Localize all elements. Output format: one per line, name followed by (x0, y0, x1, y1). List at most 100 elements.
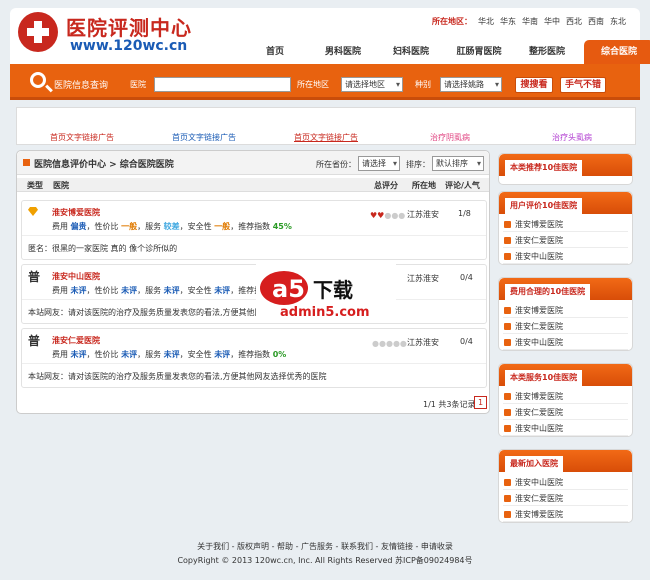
hospital-card: 普 淮安仁爱医院 费用 未评，性价比 未评，服务 未评，安全性 未评，推荐指数 … (21, 328, 487, 388)
sidebar-item[interactable]: 淮安仁爱医院 (503, 492, 628, 506)
safety-value: 未评 (214, 286, 231, 295)
hospital-list-panel: 医院信息评价中心 > 综合医院医院 所在省份： 请选择 排序： 默认排序 类型 … (16, 150, 490, 414)
safety-label: 安全性 (187, 222, 212, 231)
comment-count[interactable]: 0/4 (460, 273, 473, 282)
sidebar-item[interactable]: 淮安仁爱医院 (503, 320, 628, 334)
hospital-name[interactable]: 淮安仁爱医院 (52, 335, 100, 346)
fee-value: 偏贵 (70, 222, 87, 231)
region-link[interactable]: 华中 (544, 16, 560, 27)
sidebar-title: 本类推荐10佳医院 (505, 160, 583, 176)
nav-anorectal[interactable]: 肛肠胃医院 (448, 40, 510, 64)
sidebar-item[interactable]: 淮安中山医院 (503, 422, 628, 436)
logo-title[interactable]: 医院评测中心 (66, 12, 192, 41)
nav-home[interactable]: 首页 (244, 40, 306, 64)
price-label: 性价比 (94, 286, 119, 295)
sidebar-item[interactable]: 淮安博爱医院 (503, 390, 628, 404)
fee-label: 费用 (52, 286, 68, 295)
sidebar-box: 本类推荐10佳医院 (498, 153, 633, 185)
type-badge: 普 (28, 270, 41, 284)
hospital-name[interactable]: 淮安中山医院 (52, 271, 100, 282)
grid-icon (23, 159, 30, 166)
lucky-button[interactable]: 手气不错 (560, 77, 606, 93)
type-label: 种别 (415, 80, 431, 89)
comment-label: 本站网友： (28, 372, 68, 381)
type-badge: 普 (28, 334, 41, 348)
sidebar-item[interactable]: 淮安中山医院 (503, 250, 628, 264)
search-title: 医院信息查询 (54, 81, 109, 91)
ad-links-bar: 首页文字链接广告 首页文字链接广告 首页文字链接广告 治疗阴虱病 治疗头虱病 (16, 107, 636, 145)
hospital-cross-icon (18, 12, 58, 52)
service-value: 未评 (163, 286, 180, 295)
sidebar-title: 本类服务10佳医院 (505, 370, 583, 386)
hospital-name[interactable]: 淮安博爱医院 (52, 207, 100, 218)
sidebar-box: 本类服务10佳医院 淮安博爱医院 淮安仁爱医院 淮安中山医院 (498, 363, 633, 437)
footer-links[interactable]: 关于我们 - 版权声明 - 帮助 - 广告服务 - 联系我们 - 友情链接 - … (0, 541, 650, 552)
main-nav: 首页 男科医院 妇科医院 肛肠胃医院 整形医院 综合医院 (244, 40, 650, 64)
search-button[interactable]: 搜搜看 (515, 77, 553, 93)
comment-text: 很黑的一家医院 真的 像个诊所似的 (52, 244, 178, 253)
type-select[interactable]: 请选择姚路 (440, 77, 502, 92)
ad-link[interactable]: 治疗头虱病 (552, 132, 592, 143)
region-link[interactable]: 华南 (522, 16, 538, 27)
sidebar-box: 最新加入医院 淮安中山医院 淮安仁爱医院 淮安博爱医院 (498, 449, 633, 523)
area-select[interactable]: 请选择地区 (341, 77, 403, 92)
nav-general[interactable]: 综合医院 (584, 40, 650, 64)
sidebar-title: 费用合理的10佳医院 (505, 284, 591, 300)
nav-gynecology[interactable]: 妇科医院 (380, 40, 442, 64)
region-link[interactable]: 华东 (500, 16, 516, 27)
price-value: 未评 (121, 286, 138, 295)
logo-url: www.120wc.cn (70, 38, 188, 54)
service-label: 服务 (145, 350, 162, 359)
region-link[interactable]: 东北 (610, 16, 626, 27)
search-bar: 医院信息查询 医院 所在地区 请选择地区 种别 请选择姚路 搜搜看 手气不错 (10, 64, 640, 100)
region-link[interactable]: 西北 (566, 16, 582, 27)
rating-line: 费用 未评，性价比 未评，服务 未评，安全性 未评，推荐指数 0% (52, 350, 287, 359)
sidebar-title: 用户评价10佳医院 (505, 198, 583, 214)
region-label: 所在地区： (432, 17, 472, 26)
sidebar-item[interactable]: 淮安中山医院 (503, 336, 628, 350)
sidebar-item[interactable]: 淮安博爱医院 (503, 218, 628, 232)
heart-rating-icon: ●●●●● (372, 339, 407, 348)
sidebar-item[interactable]: 淮安博爱医院 (503, 304, 628, 318)
sort-select[interactable]: 默认排序 (432, 156, 484, 171)
comment-text: 请对该医院的治疗及服务质量发表您的看法,方便其他网友选择优秀的医院 (68, 372, 327, 381)
rating-line: 费用 未评，性价比 未评，服务 未评，安全性 未评，推荐指数 0% (52, 285, 286, 296)
ad-link[interactable]: 首页文字链接广告 (50, 132, 114, 143)
sidebar-item[interactable]: 淮安中山医院 (503, 476, 628, 490)
comment-count[interactable]: 1/8 (458, 209, 471, 218)
pager-info: 1/1 共3条记录 (423, 400, 476, 409)
price-label: 性价比 (94, 222, 119, 231)
safety-value: 未评 (214, 350, 231, 359)
sidebar-item[interactable]: 淮安仁爱医院 (503, 234, 628, 248)
region-link[interactable]: 西南 (588, 16, 604, 27)
index-label: 推荐指数 (238, 222, 271, 231)
region-links: 所在地区： 华北 华东 华南 华中 西北 西南 东北 (432, 16, 626, 27)
svg-text:admin5.com: admin5.com (280, 305, 370, 320)
rating-line: 费用 偏贵，性价比 一般，服务 较差，安全性 一般，推荐指数 45% (52, 222, 292, 231)
location: 江苏淮安 (407, 274, 439, 283)
hospital-search-input[interactable] (154, 77, 291, 92)
region-link[interactable]: 华北 (478, 16, 494, 27)
province-select[interactable]: 请选择 (358, 156, 400, 171)
province-label: 所在省份： (316, 160, 356, 169)
comment-count[interactable]: 0/4 (460, 337, 473, 346)
safety-label: 安全性 (187, 286, 212, 295)
sidebar-item[interactable]: 淮安仁爱医院 (503, 406, 628, 420)
heart-rating-icon: ♥♥●●● (370, 211, 406, 220)
safety-label: 安全性 (187, 350, 212, 359)
fee-label: 费用 (52, 350, 68, 359)
column-headers: 类型 医院 总评分 所在地 评论/人气 (17, 178, 489, 192)
nav-andrology[interactable]: 男科医院 (312, 40, 374, 64)
svg-text:下载: 下载 (313, 278, 353, 302)
ad-link[interactable]: 首页文字链接广告 (172, 132, 236, 143)
nav-plastic[interactable]: 整形医院 (516, 40, 578, 64)
sidebar-item[interactable]: 淮安博爱医院 (503, 508, 628, 522)
index-value: 0% (272, 350, 287, 359)
safety-value: 一般 (214, 222, 231, 231)
price-value: 未评 (121, 350, 138, 359)
ad-link[interactable]: 治疗阴虱病 (430, 132, 470, 143)
index-label: 推荐指数 (238, 350, 271, 359)
fee-label: 费用 (52, 222, 68, 231)
ad-link[interactable]: 首页文字链接广告 (294, 132, 358, 143)
page-button[interactable]: 1 (474, 396, 488, 409)
